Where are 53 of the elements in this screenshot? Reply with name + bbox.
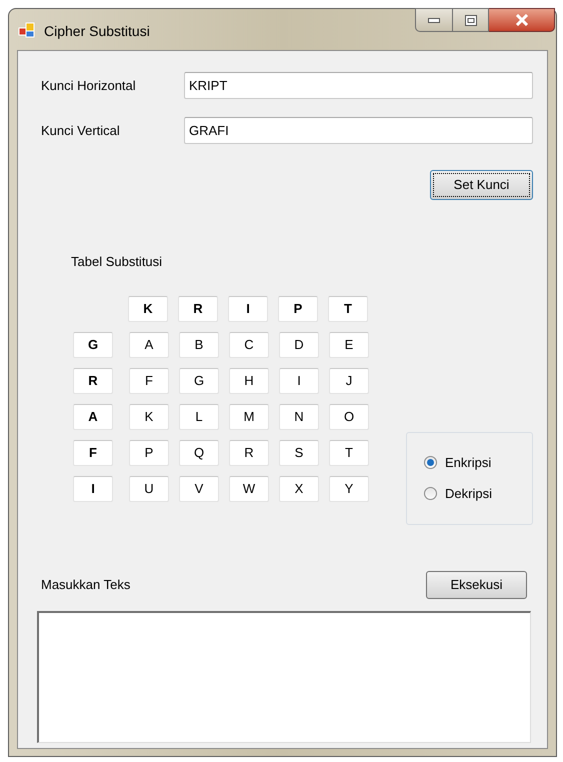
close-button[interactable] <box>489 8 555 32</box>
table-cell: M <box>229 404 269 430</box>
table-cell: B <box>179 332 219 358</box>
table-cell: Y <box>329 476 369 502</box>
table-cell: Q <box>179 440 219 466</box>
maximize-button[interactable] <box>453 8 489 32</box>
table-cell: A <box>129 332 169 358</box>
table-cell: L <box>179 404 219 430</box>
table-cell: V <box>179 476 219 502</box>
execute-button[interactable]: Eksekusi <box>426 570 527 598</box>
app-icon <box>18 21 36 39</box>
header-cell: P <box>278 296 318 322</box>
header-cell: R <box>178 296 218 322</box>
input-field[interactable]: GRAFI <box>184 117 533 144</box>
table-cell: I <box>279 368 319 394</box>
mode-radio[interactable]: Enkripsi <box>424 453 492 472</box>
input-field[interactable]: KRIPT <box>184 72 533 99</box>
table-cell: N <box>279 404 319 430</box>
header-cell: G <box>73 332 113 358</box>
field-label: Kunci Vertical <box>41 122 121 140</box>
table-cell: O <box>329 404 369 430</box>
table-title: Tabel Substitusi <box>71 253 162 271</box>
text-label: Masukkan Teks <box>41 576 130 594</box>
window-title: Cipher Substitusi <box>44 22 150 41</box>
table-cell: P <box>129 440 169 466</box>
header-cell: K <box>128 296 168 322</box>
table-cell: T <box>329 440 369 466</box>
table-cell: F <box>129 368 169 394</box>
header-cell: F <box>73 440 113 466</box>
header-cell: T <box>328 296 368 322</box>
table-cell: D <box>279 332 319 358</box>
table-cell: X <box>279 476 319 502</box>
header-cell: R <box>73 368 113 394</box>
close-icon <box>514 14 528 26</box>
table-cell: W <box>229 476 269 502</box>
maximize-icon <box>464 14 476 26</box>
table-cell: C <box>229 332 269 358</box>
minimize-button[interactable] <box>415 8 453 32</box>
table-cell: K <box>129 404 169 430</box>
table-cell: R <box>229 440 269 466</box>
table-cell: J <box>329 368 369 394</box>
table-cell: U <box>129 476 169 502</box>
header-cell: A <box>73 404 113 430</box>
table-cell: H <box>229 368 269 394</box>
table-cell: S <box>279 440 319 466</box>
header-cell: I <box>228 296 268 322</box>
table-cell: E <box>329 332 369 358</box>
mode-radio[interactable]: Dekripsi <box>424 484 492 503</box>
header-cell: I <box>73 476 113 502</box>
field-label: Kunci Horizontal <box>41 76 137 95</box>
minimize-icon <box>428 18 440 22</box>
set-key-button[interactable]: Set Kunci <box>430 170 533 200</box>
table-cell: G <box>179 368 219 394</box>
